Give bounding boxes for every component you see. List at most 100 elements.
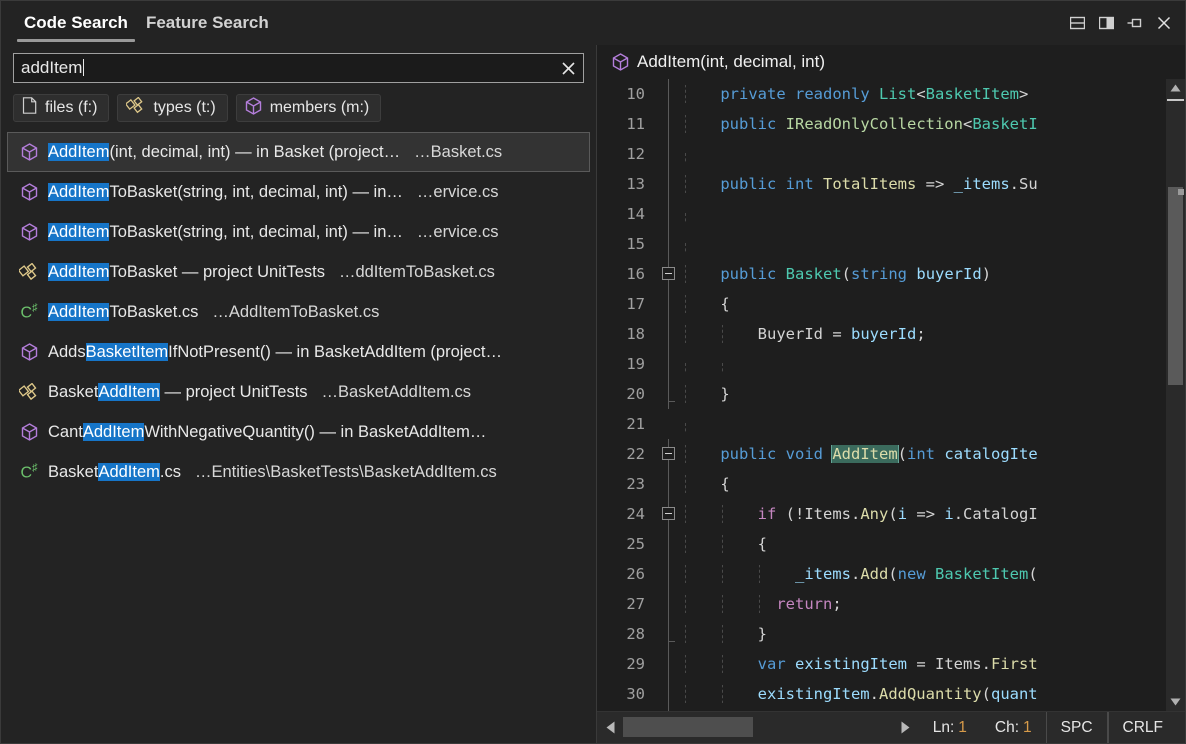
search-input[interactable]: addItem (14, 54, 553, 82)
fold-margin[interactable] (655, 379, 683, 409)
indent-guide (685, 685, 686, 703)
search-result-row[interactable]: C♯AddItemToBasket.cs…AddItemToBasket.cs (7, 292, 590, 332)
fold-margin[interactable] (655, 229, 683, 259)
code-line: 12 (597, 139, 1166, 169)
fold-margin[interactable] (655, 349, 683, 379)
fold-margin[interactable] (655, 499, 683, 529)
indent-guide (722, 655, 723, 673)
fold-toggle-icon[interactable] (662, 267, 675, 280)
code-line: 26 _items.Add(new BasketItem( (597, 559, 1166, 589)
text-caret (83, 59, 84, 76)
line-number: 16 (597, 265, 655, 283)
search-result-row[interactable]: AddsBasketItemIfNotPresent() — in Basket… (7, 332, 590, 372)
scroll-up-icon[interactable] (1166, 79, 1185, 97)
member-cube-icon (245, 97, 262, 120)
fold-margin[interactable] (655, 529, 683, 559)
editor-vertical-scrollbar[interactable] (1166, 79, 1185, 711)
tab-feature-search[interactable]: Feature Search (137, 3, 278, 45)
status-indentation[interactable]: SPC (1046, 712, 1108, 743)
search-result-row[interactable]: BasketAddItem — project UnitTests…Basket… (7, 372, 590, 412)
editor-horizontal-scrollbar[interactable] (597, 712, 919, 743)
filter-types-button[interactable]: types (t:) (117, 94, 227, 122)
hscroll-thumb[interactable] (623, 717, 753, 737)
indent-guide (685, 265, 686, 283)
status-line-label: Ln: (933, 719, 955, 737)
search-result-row[interactable]: AddItemToBasket — project UnitTests…ddIt… (7, 252, 590, 292)
fold-margin[interactable] (655, 139, 683, 169)
scroll-right-icon[interactable] (893, 712, 919, 743)
status-char-value: 1 (1023, 719, 1032, 737)
hscroll-track[interactable] (623, 712, 893, 743)
search-result-path: …ddItemToBasket.cs (339, 263, 495, 282)
fold-margin[interactable] (655, 469, 683, 499)
status-line-value: 1 (958, 719, 967, 737)
line-number: 27 (597, 595, 655, 613)
search-result-row[interactable]: AddItemToBasket(string, int, decimal, in… (7, 172, 590, 212)
search-result-path: …ervice.cs (417, 183, 499, 202)
fold-margin[interactable] (655, 289, 683, 319)
code-text: existingItem.AddQuantity(quant (683, 685, 1166, 703)
filter-types-label: types (t:) (153, 99, 215, 117)
code-text: _items.Add(new BasketItem( (683, 565, 1166, 583)
fold-margin[interactable] (655, 259, 683, 289)
search-result-label: AddItem(int, decimal, int) — in Basket (… (48, 143, 400, 162)
fold-margin[interactable] (655, 589, 683, 619)
search-result-path: …AddItemToBasket.cs (212, 303, 379, 322)
line-number: 26 (597, 565, 655, 583)
filter-files-button[interactable]: files (f:) (13, 94, 109, 122)
search-result-path: …BasketAddItem.cs (322, 383, 471, 402)
filter-files-label: files (f:) (45, 99, 97, 117)
filter-members-button[interactable]: members (m:) (236, 94, 382, 122)
indent-guide (759, 565, 760, 583)
line-number: 14 (597, 205, 655, 223)
indent-guide (685, 295, 686, 313)
indent-guide (722, 505, 723, 523)
split-vertical-icon[interactable] (1093, 11, 1119, 35)
close-icon[interactable] (1151, 11, 1177, 35)
fold-margin[interactable] (655, 409, 683, 439)
fold-toggle-icon[interactable] (662, 447, 675, 460)
types-icon (16, 263, 42, 281)
indent-guide (685, 595, 686, 613)
fold-margin[interactable] (655, 559, 683, 589)
search-result-label: AddItemToBasket(string, int, decimal, in… (48, 223, 403, 242)
fold-toggle-icon[interactable] (662, 507, 675, 520)
indent-guide (722, 595, 723, 613)
status-line-ending-label: CRLF (1123, 719, 1163, 737)
code-text (683, 415, 1166, 433)
fold-margin[interactable] (655, 169, 683, 199)
code-text: return; (683, 595, 1166, 613)
status-line-ending[interactable]: CRLF (1108, 712, 1185, 743)
search-result-row[interactable]: C♯BasketAddItem.cs…Entities\BasketTests\… (7, 452, 590, 492)
tab-code-search[interactable]: Code Search (15, 3, 137, 45)
search-result-row[interactable]: AddItem(int, decimal, int) — in Basket (… (7, 132, 590, 172)
scroll-thumb[interactable] (1168, 187, 1183, 385)
scroll-down-icon[interactable] (1166, 693, 1185, 711)
clear-search-icon[interactable] (553, 54, 583, 82)
split-horizontal-icon[interactable] (1064, 11, 1090, 35)
search-result-row[interactable]: AddItemToBasket(string, int, decimal, in… (7, 212, 590, 252)
search-result-row[interactable]: CantAddItemWithNegativeQuantity() — in B… (7, 412, 590, 452)
indent-guide (685, 625, 686, 643)
search-result-path: …Entities\BasketTests\BasketAddItem.cs (195, 463, 497, 482)
member-cube-icon (16, 143, 42, 161)
tab-feature-search-label: Feature Search (146, 13, 269, 32)
pin-icon[interactable] (1122, 11, 1148, 35)
fold-margin[interactable] (655, 679, 683, 709)
fold-margin[interactable] (655, 649, 683, 679)
code-editor[interactable]: 10 private readonly List<BasketItem>11 p… (597, 79, 1166, 711)
fold-margin[interactable] (655, 319, 683, 349)
search-results-list: AddItem(int, decimal, int) — in Basket (… (1, 132, 596, 743)
fold-margin[interactable] (655, 709, 683, 711)
search-result-path: …ervice.cs (417, 223, 499, 242)
scroll-left-icon[interactable] (597, 712, 623, 743)
fold-margin[interactable] (655, 199, 683, 229)
fold-margin[interactable] (655, 79, 683, 109)
fold-margin[interactable] (655, 109, 683, 139)
line-number: 25 (597, 535, 655, 553)
fold-margin[interactable] (655, 619, 683, 649)
search-box[interactable]: addItem (13, 53, 584, 83)
line-number: 17 (597, 295, 655, 313)
fold-margin[interactable] (655, 439, 683, 469)
window-controls (1064, 11, 1177, 35)
